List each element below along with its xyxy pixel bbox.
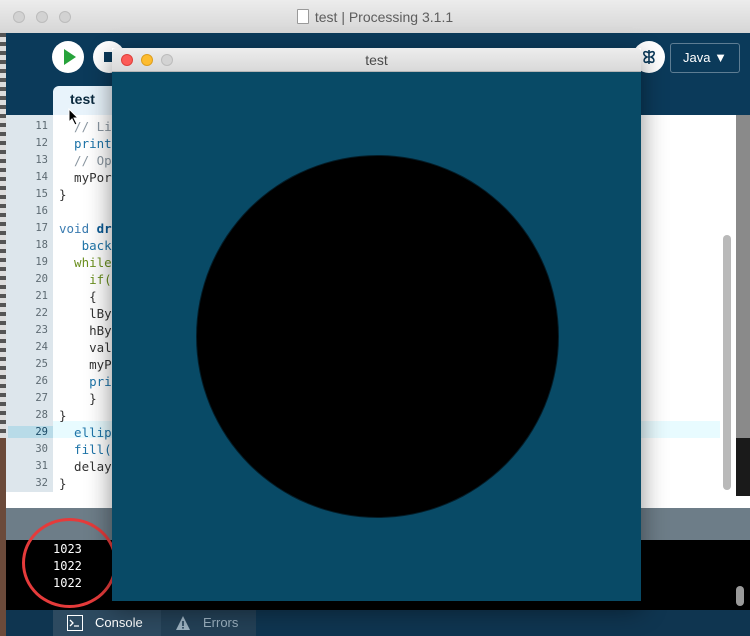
line-number: 12 — [35, 137, 48, 149]
code-line: print — [59, 136, 112, 151]
line-number: 30 — [35, 443, 48, 455]
code-line: val — [59, 340, 112, 355]
code-token: dr — [96, 221, 112, 236]
line-number: 11 — [35, 120, 48, 132]
code-token: void — [59, 221, 97, 236]
code-token: val — [59, 340, 112, 355]
code-token: if( — [59, 272, 112, 287]
code-token: } — [59, 187, 67, 202]
bottom-tab-bar: Console Errors — [6, 610, 750, 636]
tab-errors[interactable]: Errors — [161, 610, 256, 636]
code-token: // Op — [59, 153, 112, 168]
code-line: hBy — [59, 323, 112, 338]
line-number: 23 — [35, 324, 48, 336]
code-token: fill( — [59, 442, 112, 457]
sketch-canvas[interactable] — [112, 72, 641, 601]
line-number: 22 — [35, 307, 48, 319]
code-line: back — [59, 238, 112, 253]
code-line: delay — [59, 459, 112, 474]
window-title-text: test | Processing 3.1.1 — [314, 9, 454, 25]
line-number: 24 — [35, 341, 48, 353]
code-line: // Li — [59, 119, 112, 134]
code-token: print — [59, 136, 112, 151]
code-line: void dr — [59, 221, 112, 236]
line-number: 16 — [35, 205, 48, 217]
line-number: 27 — [35, 392, 48, 404]
code-token: while — [59, 255, 112, 270]
code-line: lBy — [59, 306, 112, 321]
editor-scroll-thumb[interactable] — [723, 235, 731, 490]
code-token: } — [59, 476, 67, 491]
code-token: { — [59, 289, 97, 304]
window-title: test | Processing 3.1.1 — [0, 9, 750, 25]
code-token: pri — [59, 374, 112, 389]
code-token: back — [59, 238, 112, 253]
ide-title-bar: test | Processing 3.1.1 — [0, 0, 750, 34]
line-number: 28 — [35, 409, 48, 421]
code-line: } — [59, 391, 97, 406]
line-number: 32 — [35, 477, 48, 489]
code-line: while — [59, 255, 112, 270]
code-token: lBy — [59, 306, 112, 321]
mouse-cursor-icon — [68, 108, 80, 126]
document-icon — [296, 9, 309, 24]
console-line: 1023 — [53, 542, 82, 556]
console-line: 1022 — [53, 559, 82, 573]
tab-errors-label: Errors — [203, 615, 239, 630]
editor-scrollbar[interactable] — [720, 115, 736, 492]
console-line: 1022 — [53, 576, 82, 590]
mode-selector[interactable]: Java ▼ — [670, 43, 740, 73]
code-token: hBy — [59, 323, 112, 338]
code-line: // Op — [59, 153, 112, 168]
line-number: 15 — [35, 188, 48, 200]
line-number: 19 — [35, 256, 48, 268]
line-number: 25 — [35, 358, 48, 370]
window-edge — [736, 438, 750, 496]
terminal-icon — [67, 615, 83, 631]
line-number-gutter: 11 12 13 14 15 16 17 18 19 20 21 22 23 24 25 26 27 28 29 30… — [6, 115, 53, 492]
line-number: 21 — [35, 290, 48, 302]
code-token: } — [59, 408, 67, 423]
desktop-edge-lower — [0, 438, 6, 636]
code-line: } — [59, 408, 67, 423]
line-number: 18 — [35, 239, 48, 251]
code-line: { — [59, 289, 97, 304]
code-token: delay — [59, 459, 112, 474]
code-line: if( — [59, 272, 112, 287]
code-token: myPo — [59, 357, 120, 372]
code-line: ellip — [59, 425, 112, 440]
sketch-title: test — [365, 52, 388, 68]
code-line: } — [59, 476, 67, 491]
line-number: 31 — [35, 460, 48, 472]
tab-console-label: Console — [95, 615, 143, 630]
line-number: 17 — [35, 222, 48, 234]
code-line: myPo — [59, 357, 119, 372]
code-token: } — [59, 391, 97, 406]
line-number: 13 — [35, 154, 48, 166]
code-line: fill( — [59, 442, 112, 457]
code-token: // Li — [59, 119, 112, 134]
run-button[interactable] — [52, 41, 84, 73]
line-number: 26 — [35, 375, 48, 387]
line-number: 29 — [8, 426, 53, 438]
code-token: myPor — [59, 170, 112, 185]
sketch-ellipse — [197, 156, 558, 517]
code-line: } — [59, 187, 67, 202]
tab-console[interactable]: Console — [53, 610, 161, 636]
warning-icon — [176, 616, 190, 630]
line-number: 20 — [35, 273, 48, 285]
code-line: pri — [59, 374, 112, 389]
sketch-window: test — [112, 48, 641, 601]
line-number: 14 — [35, 171, 48, 183]
sketch-title-bar: test — [112, 48, 641, 72]
code-token: ellip — [59, 425, 112, 440]
play-icon — [64, 49, 76, 65]
code-line: myPor — [59, 170, 112, 185]
console-scroll-thumb[interactable] — [736, 586, 744, 606]
